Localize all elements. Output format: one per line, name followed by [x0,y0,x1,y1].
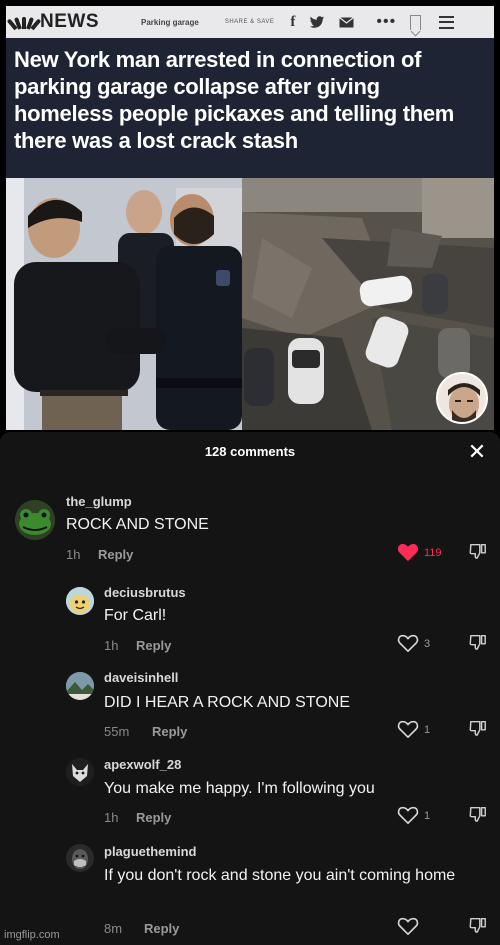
heart-outline-icon[interactable] [397,633,419,653]
close-icon[interactable]: ✕ [466,441,488,464]
dislike-icon[interactable] [469,633,487,651]
creator-avatar[interactable] [436,372,488,424]
reply-button[interactable]: Reply [144,921,179,936]
reply-button[interactable]: Reply [152,724,187,739]
comment-time: 55m [104,724,130,739]
comment-text: For Carl! [104,607,167,624]
heart-outline-icon[interactable] [397,916,419,936]
comment-time: 1h [66,547,81,562]
heart-outline-icon[interactable] [397,719,419,739]
comments-count-title: 128 comments [204,444,296,459]
nbc-news-logo[interactable]: NEWS [6,11,99,33]
avatar[interactable] [15,500,55,540]
like-count: 3 [424,638,431,650]
comment-username[interactable]: apexwolf_28 [104,757,181,772]
comment-time: 1h [104,810,119,825]
heart-icon[interactable] [397,542,419,562]
share-save-menu[interactable]: SHARE & SAVE [225,19,275,25]
avatar[interactable] [66,672,94,700]
twitter-icon[interactable] [309,15,325,29]
arrest-photo-illustration [6,178,242,430]
landscape-avatar-icon [66,672,94,700]
avatar[interactable] [66,758,94,786]
reply-button[interactable]: Reply [136,810,171,825]
peacock-icon [6,15,42,31]
comment-time: 1h [104,638,119,653]
comment-text: If you don't rock and stone you ain't co… [104,867,456,884]
comment-username[interactable]: deciusbrutus [104,585,186,600]
comment-time: 8m [104,921,123,936]
comment-username[interactable]: the_glump [66,494,132,509]
avatar[interactable] [66,587,94,615]
arrest-photo [6,178,242,430]
comment-username[interactable]: daveisinhell [104,670,178,685]
news-brand-label: NEWS [40,11,99,32]
comments-panel: 128 comments ✕ the_glump ROCK AND STONE … [0,432,500,945]
blob-avatar-icon [66,587,94,615]
heart-outline-icon[interactable] [397,805,419,825]
article-photos [6,178,494,430]
comment-text: You make me happy. I'm following you [104,780,375,797]
email-icon[interactable] [339,16,355,28]
avatar[interactable] [66,844,94,872]
news-nav-bar: NEWS Parking garage SHARE & SAVE f ••• [6,6,494,38]
dislike-icon[interactable] [469,719,487,737]
more-icon[interactable]: ••• [376,13,396,31]
dislike-icon[interactable] [469,805,487,823]
dislike-icon[interactable] [469,916,487,934]
frog-avatar-icon [15,500,55,540]
hamburger-menu-icon[interactable] [439,15,455,29]
like-count: 119 [424,547,442,559]
like-count: 1 [424,810,431,822]
facebook-icon[interactable]: f [290,14,295,31]
bookmark-icon[interactable] [410,14,422,30]
news-article-screenshot: NEWS Parking garage SHARE & SAVE f ••• N… [6,6,494,430]
like-count: 1 [424,724,431,736]
comment-text: DID I HEAR A ROCK AND STONE [104,694,350,711]
reply-button[interactable]: Reply [136,638,171,653]
wolf-avatar-icon [66,758,94,786]
comment-username[interactable]: plaguethemind [104,844,196,859]
watermark: imgflip.com [4,929,60,941]
reply-button[interactable]: Reply [98,547,133,562]
dislike-icon[interactable] [469,542,487,560]
comment-text: ROCK AND STONE [66,516,209,533]
article-headline: New York man arrested in connection of p… [14,47,455,153]
masked-avatar-icon [66,844,94,872]
breadcrumb[interactable]: Parking garage [141,18,199,27]
garage-collapse-photo [242,178,494,430]
social-share-icons: f [290,14,355,31]
